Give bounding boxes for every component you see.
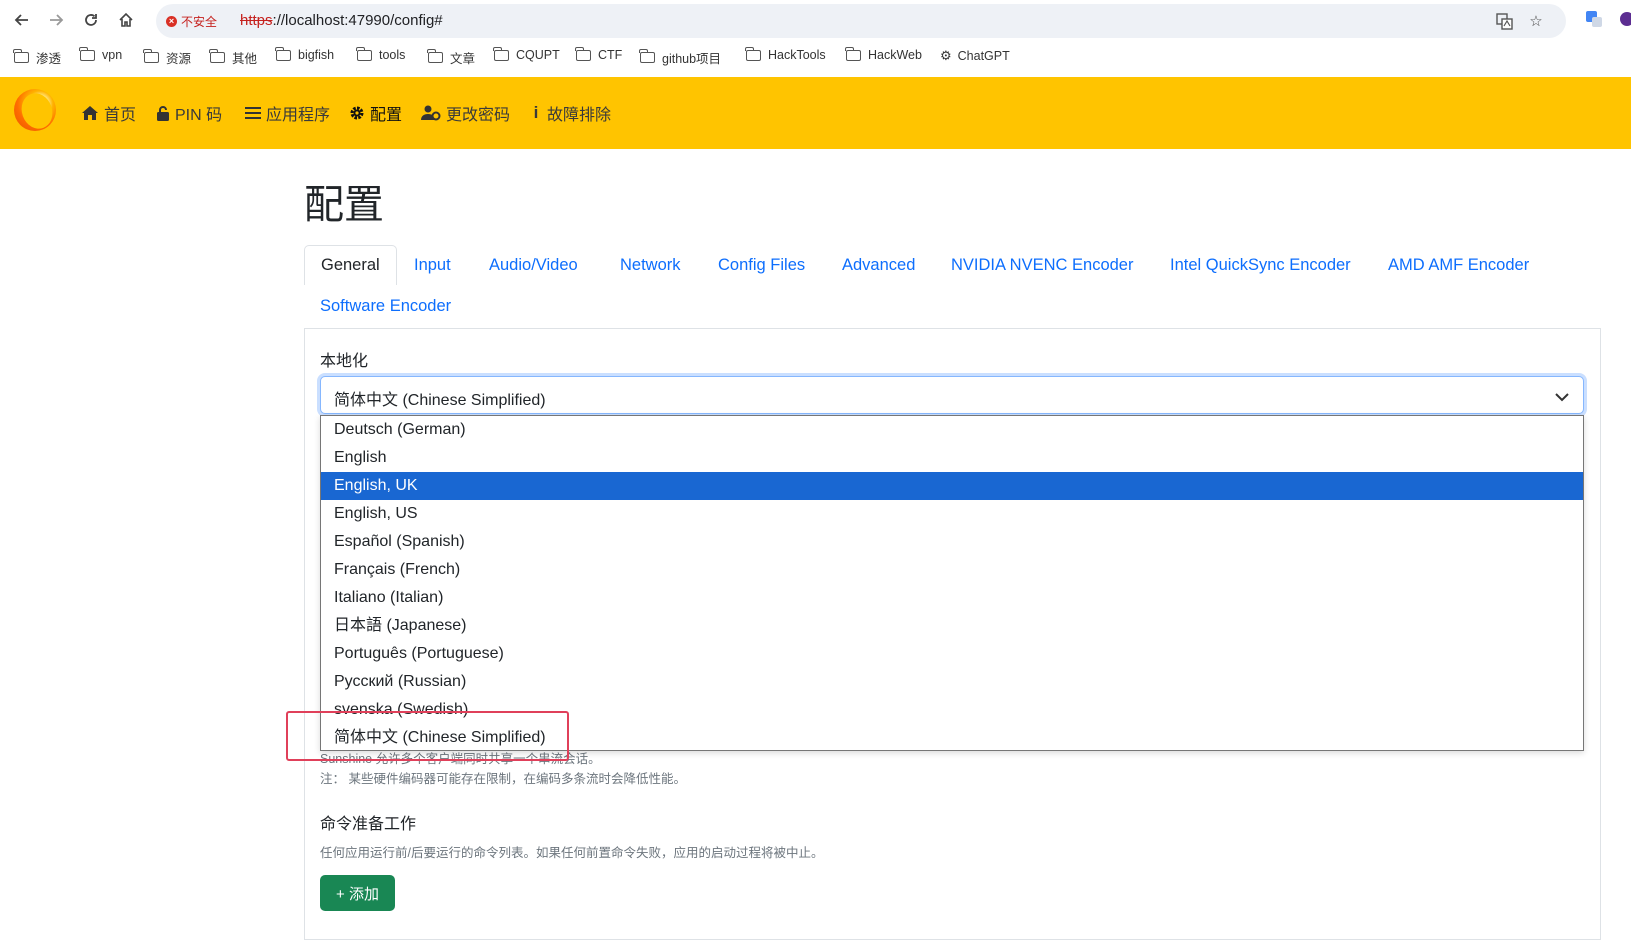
star-icon[interactable]: ☆ — [1527, 12, 1545, 30]
tab-config-files[interactable]: Config Files — [718, 256, 805, 275]
tab-software-encoder[interactable]: Software Encoder — [320, 297, 451, 316]
folder-icon — [13, 49, 29, 63]
locale-option[interactable]: Italiano (Italian) — [321, 584, 1583, 612]
nav-troubleshooting[interactable]: i 故障排除 — [530, 101, 611, 125]
nav-home[interactable]: 首页 — [81, 101, 136, 125]
encoder-note-text: 注： 某些硬件编码器可能存在限制，在编码多条流时会降低性能。 — [320, 772, 686, 786]
translate-icon[interactable] — [1495, 12, 1513, 30]
locale-option-hovered[interactable]: English, UK — [321, 472, 1583, 500]
folder-icon — [209, 49, 225, 63]
commands-section-title: 命令准备工作 — [320, 816, 417, 833]
nav-pin[interactable]: PIN 码 — [156, 101, 222, 125]
tab-audio-video[interactable]: Audio/Video — [489, 256, 578, 275]
extension-translate-icon[interactable] — [1585, 10, 1603, 28]
locale-option[interactable]: Русский (Russian) — [321, 668, 1583, 696]
locale-option[interactable]: Français (French) — [321, 556, 1583, 584]
locale-option[interactable]: Português (Portuguese) — [321, 640, 1583, 668]
folder-icon — [275, 46, 291, 61]
add-command-button[interactable]: + 添加 — [320, 875, 395, 911]
bookmark-folder[interactable]: tools — [356, 46, 405, 62]
locale-option[interactable]: 日本語 (Japanese) — [321, 612, 1583, 640]
page-title: 配置 — [304, 183, 384, 227]
back-icon[interactable] — [11, 9, 33, 31]
annotation-highlight-box — [286, 711, 569, 761]
chevron-down-icon — [1555, 389, 1569, 407]
locale-dropdown-list: Deutsch (German) English English, UK Eng… — [320, 415, 1584, 751]
bookmark-folder[interactable]: CQUPT — [493, 46, 560, 62]
home-icon — [81, 105, 99, 121]
locale-option[interactable]: English — [321, 444, 1583, 472]
bookmark-folder[interactable]: bigfish — [275, 46, 334, 62]
extension-icon[interactable] — [1618, 10, 1631, 28]
bookmark-folder[interactable]: CTF — [575, 46, 622, 62]
bookmark-folder[interactable]: github项目 — [639, 48, 721, 67]
folder-icon — [356, 46, 372, 61]
gear-icon — [349, 105, 365, 121]
folder-icon — [493, 46, 509, 61]
warning-icon: × — [166, 15, 177, 27]
folder-icon — [427, 49, 443, 63]
chatgpt-icon: ⚙ — [940, 48, 952, 63]
folder-icon — [745, 46, 761, 61]
browser-toolbar: × 不安全 https://localhost:47990/config# ☆ — [0, 0, 1631, 40]
home-icon[interactable] — [115, 9, 137, 31]
reload-icon[interactable] — [80, 9, 102, 31]
folder-icon — [845, 46, 861, 61]
app-navbar: 首页 PIN 码 应用程序 配置 更改密码 i 故障排除 — [0, 77, 1631, 149]
locale-label: 本地化 — [320, 353, 369, 370]
tab-input[interactable]: Input — [414, 256, 451, 275]
url-text[interactable]: https://localhost:47990/config# — [240, 12, 443, 29]
tab-network[interactable]: Network — [620, 256, 681, 275]
tab-amd-amf[interactable]: AMD AMF Encoder — [1388, 256, 1529, 275]
locale-select-value: 简体中文 (Chinese Simplified) — [334, 392, 546, 409]
tab-general[interactable]: General — [304, 245, 397, 285]
folder-icon — [639, 49, 655, 63]
bookmark-folder[interactable]: HackWeb — [845, 46, 922, 62]
bookmark-folder[interactable]: 资源 — [143, 48, 191, 67]
address-bar[interactable]: × 不安全 https://localhost:47990/config# ☆ — [156, 4, 1566, 38]
folder-icon — [143, 49, 159, 63]
locale-option[interactable]: English, US — [321, 500, 1583, 528]
folder-icon — [79, 46, 95, 61]
nav-config[interactable]: 配置 — [349, 101, 402, 125]
commands-description: 任何应用运行前/后要运行的命令列表。如果任何前置命令失败，应用的启动过程将被中止… — [320, 846, 824, 860]
tab-nvidia-nvenc[interactable]: NVIDIA NVENC Encoder — [951, 256, 1133, 275]
folder-icon — [575, 46, 591, 61]
lock-icon — [156, 105, 170, 121]
tab-intel-quicksync[interactable]: Intel QuickSync Encoder — [1170, 256, 1351, 275]
tab-advanced[interactable]: Advanced — [842, 256, 915, 275]
bookmark-folder[interactable]: 渗透 — [13, 48, 61, 67]
user-cog-icon — [421, 105, 441, 121]
locale-option[interactable]: Español (Spanish) — [321, 528, 1583, 556]
sunshine-logo[interactable] — [14, 89, 56, 131]
locale-option[interactable]: Deutsch (German) — [321, 416, 1583, 444]
bookmark-folder[interactable]: vpn — [79, 46, 122, 62]
security-indicator[interactable]: × 不安全 — [166, 12, 217, 30]
forward-icon[interactable] — [45, 9, 67, 31]
nav-applications[interactable]: 应用程序 — [245, 101, 330, 125]
locale-select[interactable]: 简体中文 (Chinese Simplified) — [320, 376, 1584, 414]
bookmark-folder[interactable]: HackTools — [745, 46, 826, 62]
list-icon — [245, 106, 261, 120]
bookmark-chatgpt[interactable]: ⚙ ChatGPT — [940, 48, 1010, 64]
nav-change-password[interactable]: 更改密码 — [421, 101, 510, 125]
bookmark-folder[interactable]: 其他 — [209, 48, 257, 67]
info-icon: i — [533, 103, 539, 122]
bookmarks-bar: 渗透 vpn 资源 其他 bigfish tools 文章 CQUPT CTF … — [0, 43, 1631, 73]
bookmark-folder[interactable]: 文章 — [427, 48, 475, 67]
